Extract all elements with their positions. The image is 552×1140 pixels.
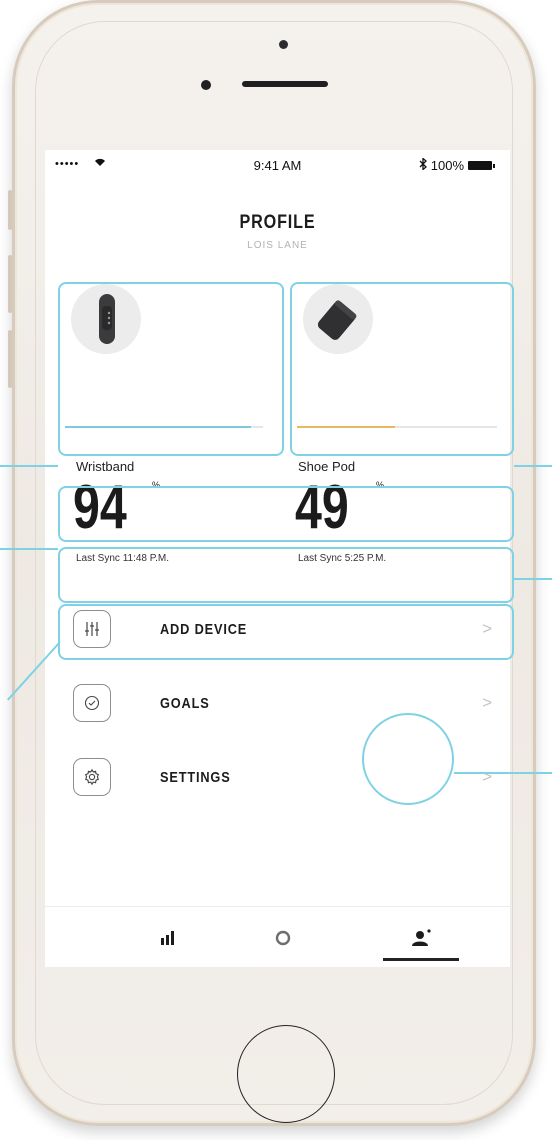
earpiece-speaker [242, 81, 328, 87]
volume-up-button [8, 255, 12, 313]
ring-icon [275, 930, 291, 946]
callout-circle-profile-tab [362, 713, 454, 805]
tab-stats[interactable] [153, 925, 183, 951]
callout-line-wristband [0, 465, 58, 467]
callout-box-add-device [58, 486, 514, 542]
status-right: 100% [419, 157, 495, 173]
menu-label-goals: GOALS [160, 695, 210, 712]
gear-icon [73, 758, 111, 796]
tab-activity[interactable] [268, 925, 298, 951]
callout-box-wristband [58, 282, 284, 456]
bluetooth-icon [419, 157, 427, 173]
callout-box-goals [58, 547, 514, 603]
callout-box-shoe-pod [290, 282, 514, 456]
callout-line-profile-tab [454, 772, 552, 774]
home-button[interactable] [237, 1025, 335, 1123]
chevron-right-icon: > [482, 693, 492, 712]
user-name: LOIS LANE [247, 240, 308, 251]
battery-icon [468, 161, 495, 170]
battery-percent: 100% [430, 158, 464, 173]
page-title: PROFILE [239, 212, 316, 233]
active-tab-indicator [383, 958, 459, 961]
callout-line-shoe-pod [514, 465, 552, 467]
front-sensor [279, 40, 288, 49]
front-camera [201, 80, 211, 90]
bar-chart-icon [161, 931, 174, 945]
profile-icon [412, 929, 431, 946]
volume-down-button [8, 330, 12, 388]
check-circle-icon [73, 684, 111, 722]
callout-line-goals [514, 578, 552, 580]
tab-profile[interactable] [406, 925, 436, 951]
status-bar: ••••• 9:41 AM 100% [45, 150, 510, 178]
callout-box-settings [58, 604, 514, 660]
callout-line-add-device [0, 548, 58, 550]
chevron-right-icon: > [482, 767, 492, 786]
menu-label-settings: SETTINGS [160, 769, 231, 786]
side-button [8, 190, 12, 230]
